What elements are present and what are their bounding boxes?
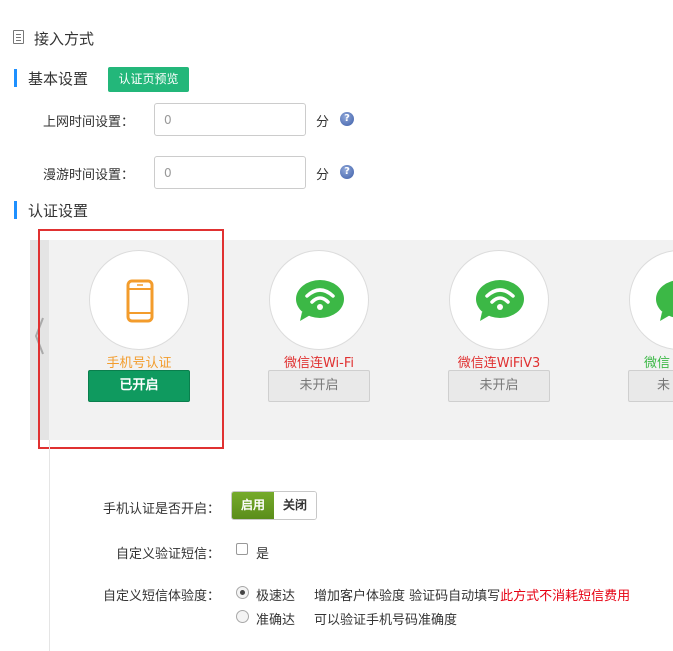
roaming-time-input[interactable] (154, 156, 306, 189)
auth-page-preview-button[interactable]: 认证页预览 (108, 67, 189, 92)
option-fast-desc-text: 增加客户体验度 验证码自动填写 (314, 589, 501, 604)
radio-fast[interactable] (236, 586, 249, 599)
auth-option-wechat-wifi[interactable] (269, 250, 369, 350)
wechat-wifi-icon (476, 280, 524, 321)
wechat-icon (656, 280, 673, 321)
auth-option-name: 微信 (644, 356, 671, 371)
document-icon (13, 30, 24, 44)
selected-highlight-frame (38, 229, 224, 449)
custom-sms-label: 自定义验证短信： (115, 547, 220, 562)
auth-option-wechat-wifi-v3[interactable] (449, 250, 549, 350)
option-fast-label: 极速达 (256, 589, 296, 604)
auth-option-name: 微信连Wi-Fi (283, 356, 354, 371)
online-time-input[interactable] (154, 103, 306, 136)
auth-status-button[interactable]: 未开启 (268, 370, 370, 402)
page-title: 接入方式 (34, 30, 95, 48)
auth-status-button[interactable]: 未 (628, 370, 673, 402)
roaming-time-unit: 分 (316, 168, 330, 183)
option-fast-desc: 增加客户体验度 验证码自动填写此方式不消耗短信费用 (314, 585, 630, 604)
auth-option-name: 微信连WiFiV3 (457, 356, 541, 371)
help-icon[interactable]: ? (340, 165, 354, 179)
custom-sms-checkbox[interactable] (236, 543, 248, 555)
section-marker (14, 69, 17, 87)
radio-accurate[interactable] (236, 610, 249, 623)
auth-option-wechat[interactable] (629, 250, 673, 350)
phone-auth-toggle: 启用 关闭 (231, 491, 318, 520)
online-time-unit: 分 (316, 115, 330, 130)
option-fast-warning: 此方式不消耗短信费用 (500, 589, 631, 604)
option-accurate-label: 准确达 (256, 613, 296, 628)
help-icon[interactable]: ? (340, 112, 354, 126)
auth-option-wechat-clip: 微信 未 (600, 240, 673, 440)
auth-settings-title: 认证设置 (28, 202, 89, 220)
roaming-time-label: 漫游时间设置： (42, 168, 134, 183)
sms-experience-label: 自定义短信体验度： (102, 589, 220, 604)
divider (49, 440, 50, 651)
phone-auth-enable-label: 手机认证是否开启： (102, 502, 220, 517)
option-accurate-desc: 可以验证手机号码准确度 (314, 613, 458, 628)
section-marker (14, 201, 17, 219)
enable-on-button[interactable]: 启用 (232, 492, 275, 519)
auth-status-button[interactable]: 未开启 (448, 370, 550, 402)
custom-sms-option-label: 是 (256, 547, 270, 562)
enable-off-button[interactable]: 关闭 (274, 492, 317, 519)
online-time-label: 上网时间设置： (42, 115, 134, 130)
basic-settings-title: 基本设置 (28, 70, 89, 88)
wechat-wifi-icon (296, 280, 344, 321)
